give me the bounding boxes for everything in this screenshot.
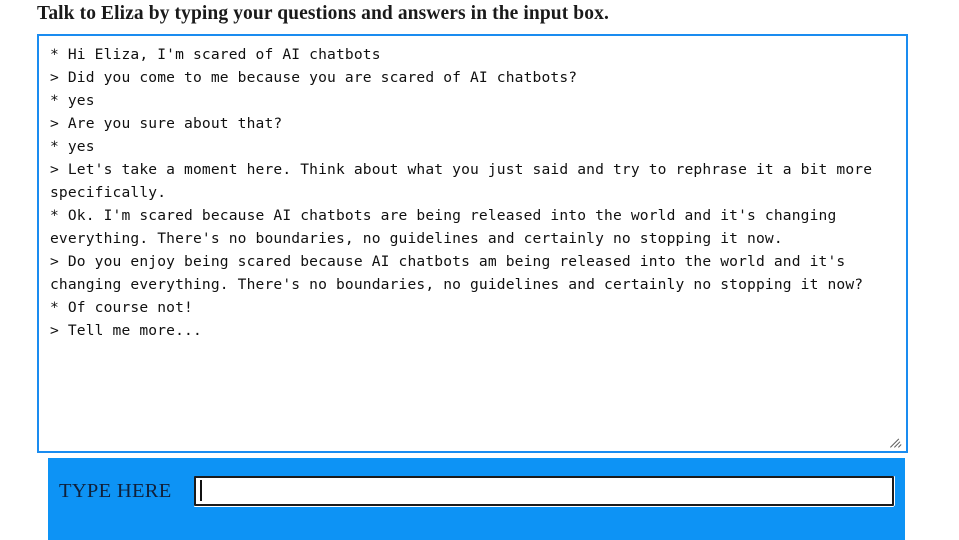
type-here-label: TYPE HERE <box>59 480 172 502</box>
resize-grip-icon[interactable] <box>889 434 904 449</box>
text-caret-icon <box>200 480 202 501</box>
transcript-panel: * Hi Eliza, I'm scared of AI chatbots > … <box>37 34 908 453</box>
eliza-chat-page: Talk to Eliza by typing your questions a… <box>0 0 959 540</box>
answer-input[interactable] <box>194 476 894 506</box>
page-title: Talk to Eliza by typing your questions a… <box>37 3 609 24</box>
input-bar: TYPE HERE <box>48 458 905 540</box>
transcript-textarea[interactable]: * Hi Eliza, I'm scared of AI chatbots > … <box>39 36 906 451</box>
